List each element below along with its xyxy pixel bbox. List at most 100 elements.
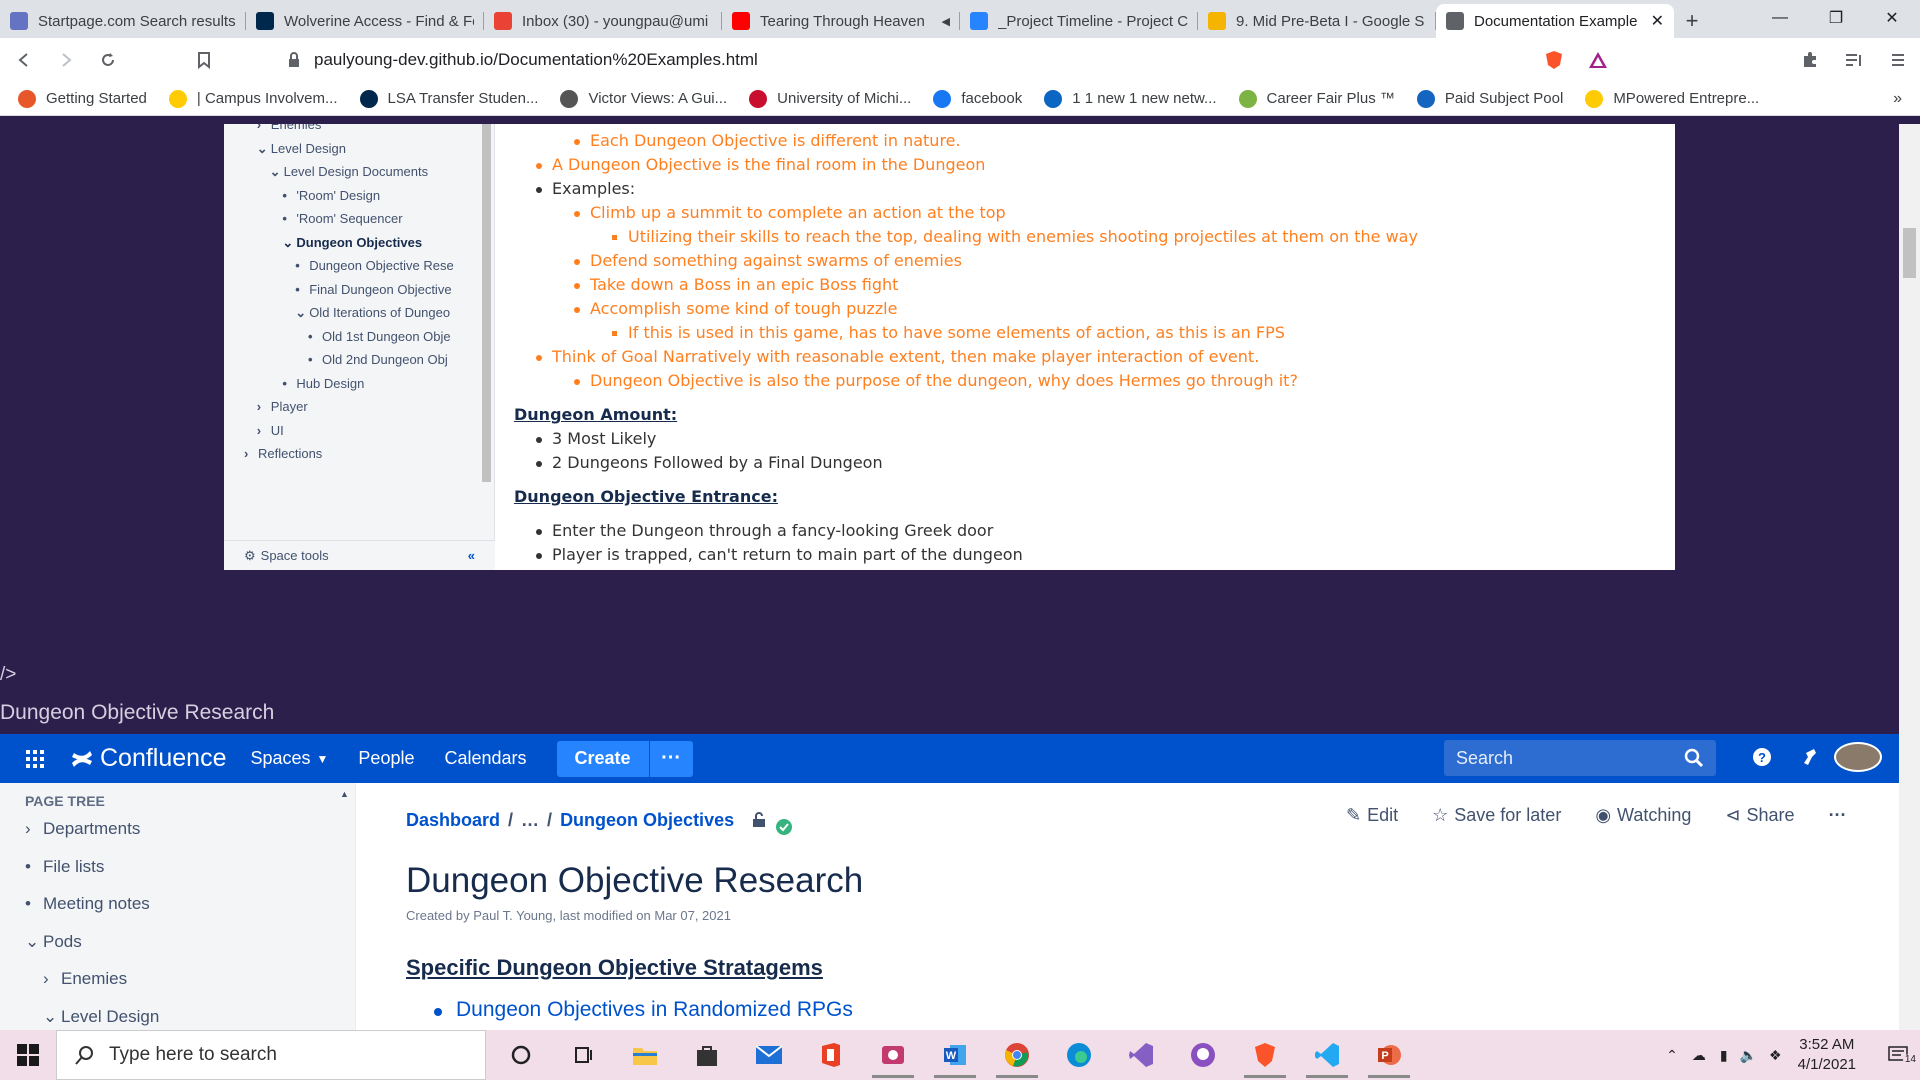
brave-rewards-icon[interactable]: [1576, 51, 1620, 69]
browser-tab[interactable]: Documentation Example ✕: [1436, 4, 1674, 38]
new-tab-button[interactable]: +: [1674, 4, 1710, 38]
visual-studio-icon[interactable]: [1110, 1030, 1172, 1080]
nav-spaces[interactable]: Spaces ▼: [250, 748, 328, 769]
store-icon[interactable]: [676, 1030, 738, 1080]
bookmark-item[interactable]: Victor Views: A Gui...: [560, 89, 727, 108]
battery-icon[interactable]: ▮: [1720, 1047, 1728, 1064]
edge-icon[interactable]: [1048, 1030, 1110, 1080]
bookmark-item[interactable]: 1 1 new 1 new netw...: [1044, 89, 1217, 108]
sidebar-item-label: File lists: [43, 856, 105, 876]
bookmark-item[interactable]: LSA Transfer Studen...: [359, 89, 538, 108]
breadcrumb-ellipsis[interactable]: …: [521, 810, 539, 831]
create-more-button[interactable]: ···: [648, 740, 693, 777]
bookmark-item[interactable]: Getting Started: [18, 89, 147, 108]
snip-sketch-icon[interactable]: [862, 1030, 924, 1080]
sidebar-item[interactable]: ⌄ Level Design: [43, 1007, 159, 1027]
sidebar-scroll-up-icon[interactable]: ▲: [340, 789, 349, 799]
browser-tab[interactable]: Startpage.com Search results: [0, 4, 246, 38]
onedrive-icon[interactable]: ☁: [1692, 1047, 1706, 1064]
bookmarks-overflow-icon[interactable]: »: [1893, 90, 1902, 108]
github-icon[interactable]: [1172, 1030, 1234, 1080]
restore-icon[interactable]: ❐: [1808, 0, 1864, 36]
confluence-logo[interactable]: Confluence: [70, 744, 226, 773]
clock[interactable]: 3:52 AM 4/1/2021: [1798, 1035, 1856, 1075]
browser-tab[interactable]: Tearing Through Heaven ◀: [722, 4, 960, 38]
close-window-icon[interactable]: ✕: [1864, 0, 1920, 36]
search-input[interactable]: Search: [1444, 740, 1716, 776]
task-view-icon[interactable]: [552, 1030, 614, 1080]
volume-icon[interactable]: 🔈: [1740, 1047, 1757, 1064]
tray-chevron-icon[interactable]: ⌃: [1666, 1047, 1678, 1064]
bookmark-item[interactable]: University of Michi...: [749, 89, 911, 108]
notifications-icon[interactable]: [1786, 747, 1834, 767]
reload-icon[interactable]: [90, 42, 126, 78]
tree-chevron-down-icon: ⌄: [295, 305, 307, 320]
address-bar[interactable]: paulyoung-dev.github.io/Documentation%20…: [288, 44, 1632, 76]
nav-calendars[interactable]: Calendars: [444, 748, 526, 769]
help-icon[interactable]: ?: [1738, 747, 1786, 767]
sidebar-item[interactable]: • File lists: [25, 857, 104, 877]
bookmark-item[interactable]: facebook: [933, 89, 1022, 108]
word-icon[interactable]: W: [924, 1030, 986, 1080]
taskbar-search-input[interactable]: Type here to search: [56, 1030, 486, 1080]
brave-icon[interactable]: [1234, 1030, 1296, 1080]
breadcrumb-dashboard[interactable]: Dashboard: [406, 810, 500, 831]
powerpoint-icon[interactable]: P: [1358, 1030, 1420, 1080]
cortana-icon[interactable]: [490, 1030, 552, 1080]
tree-bullet-icon: •: [282, 375, 287, 391]
tree-chevron-right-icon: ›: [256, 124, 262, 132]
back-icon[interactable]: [6, 42, 42, 78]
bookmark-item[interactable]: Career Fair Plus ™: [1238, 89, 1395, 108]
page-scrollbar[interactable]: [1899, 124, 1920, 1030]
media-control-icon[interactable]: [1832, 52, 1876, 68]
menu-icon[interactable]: [1876, 52, 1920, 68]
tree-item-label: Old 2nd Dungeon Obj: [322, 352, 448, 367]
create-button[interactable]: Create: [556, 740, 649, 777]
extensions-icon[interactable]: [1788, 51, 1832, 69]
bookmark-item[interactable]: Paid Subject Pool: [1416, 89, 1563, 108]
share-button[interactable]: ⊲ Share: [1725, 805, 1794, 826]
mail-icon[interactable]: [738, 1030, 800, 1080]
bookmark-item[interactable]: MPowered Entrepre...: [1585, 89, 1759, 108]
browser-tab[interactable]: _Project Timeline - Project C: [960, 4, 1198, 38]
randomized-rpgs-link[interactable]: Dungeon Objectives in Randomized RPGs: [456, 998, 853, 1022]
close-tab-icon[interactable]: ✕: [1651, 11, 1664, 31]
office-icon[interactable]: [800, 1030, 862, 1080]
dropbox-icon[interactable]: ❖: [1769, 1047, 1782, 1064]
more-actions-icon[interactable]: ···: [1829, 805, 1847, 826]
notification-center-icon[interactable]: 14: [1876, 1046, 1920, 1065]
browser-tab[interactable]: 9. Mid Pre-Beta I - Google S: [1198, 4, 1436, 38]
mute-icon[interactable]: ◀: [942, 15, 950, 28]
forward-icon[interactable]: [48, 42, 84, 78]
tree-bullet-icon: •: [295, 258, 300, 273]
edit-button[interactable]: ✎ Edit: [1346, 805, 1398, 826]
sidebar-item[interactable]: • Meeting notes: [25, 894, 150, 914]
chrome-icon[interactable]: [986, 1030, 1048, 1080]
save-for-later-button[interactable]: ☆ Save for later: [1432, 805, 1561, 826]
taskbar-search-placeholder: Type here to search: [109, 1044, 277, 1065]
brave-shield-icon[interactable]: [1532, 50, 1576, 70]
file-explorer-icon[interactable]: [614, 1030, 676, 1080]
svg-text:?: ?: [1758, 750, 1766, 765]
bullet: [536, 553, 542, 559]
sidebar-item[interactable]: › Enemies: [43, 969, 127, 989]
app-switcher-icon[interactable]: [0, 749, 70, 769]
bookmark-item[interactable]: | Campus Involvem...: [168, 89, 338, 108]
bookmark-icon[interactable]: [186, 42, 222, 78]
vscode-icon[interactable]: [1296, 1030, 1358, 1080]
nav-people[interactable]: People: [358, 748, 414, 769]
breadcrumb-current[interactable]: Dungeon Objectives: [560, 810, 734, 831]
browser-tab[interactable]: Inbox (30) - youngpau@umi: [484, 4, 722, 38]
bullet: [574, 259, 580, 265]
minimize-icon[interactable]: —: [1752, 0, 1808, 36]
start-button[interactable]: [0, 1044, 56, 1066]
watching-button[interactable]: ◉ Watching: [1595, 805, 1691, 826]
sidebar-item[interactable]: ⌄ Pods: [25, 932, 82, 952]
avatar[interactable]: [1834, 742, 1882, 772]
restrictions-icon[interactable]: [752, 812, 766, 828]
scrollbar-thumb[interactable]: [1903, 228, 1916, 278]
sidebar-item[interactable]: › Departments: [25, 819, 140, 839]
content-line: Dungeon Amount:: [514, 405, 678, 424]
browser-tab[interactable]: Wolverine Access - Find & Fe: [246, 4, 484, 38]
content-line: Player is trapped, can't return to main …: [552, 545, 1023, 564]
